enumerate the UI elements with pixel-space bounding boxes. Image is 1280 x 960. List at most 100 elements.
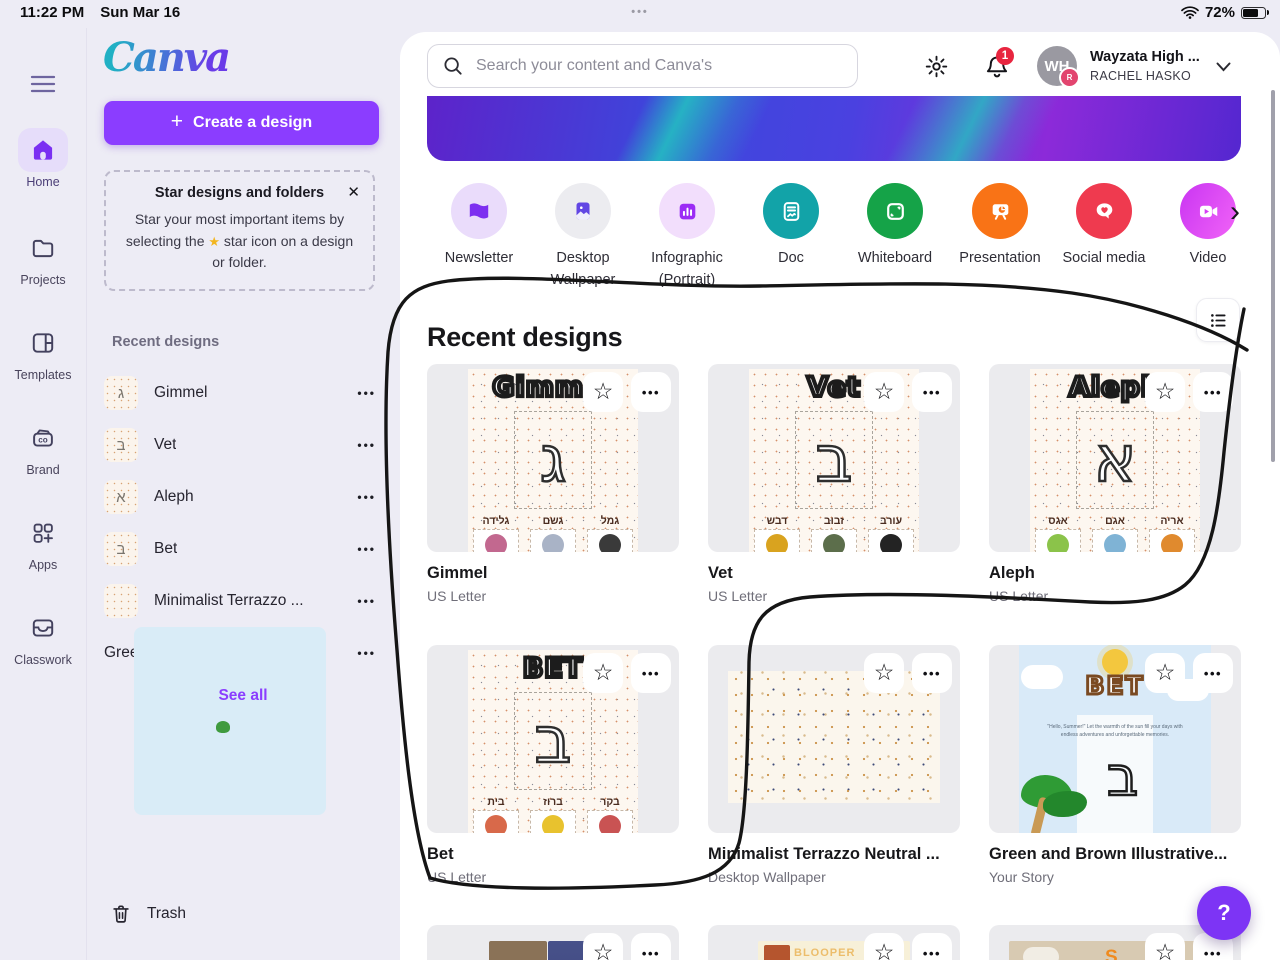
design-type: US Letter — [427, 869, 487, 885]
more-icon[interactable]: ••• — [351, 489, 382, 505]
design-mini-thumbnail: ב — [104, 428, 138, 462]
sidebar-item-classwork[interactable]: Classwork — [0, 606, 86, 667]
design-card-partial-2[interactable]: BLOOPER ☆ ••• — [708, 925, 960, 960]
list-item-bet[interactable]: ב Bet ••• — [104, 523, 382, 575]
more-icon[interactable]: ••• — [351, 645, 382, 661]
sidebar-item-brand[interactable]: co Brand — [0, 416, 86, 477]
category-presentation[interactable]: Presentation — [950, 183, 1050, 270]
see-all-link[interactable]: See all — [86, 686, 400, 706]
category-infographic[interactable]: Infographic (Portrait) — [637, 183, 737, 292]
presentation-icon — [992, 203, 1008, 220]
more-icon[interactable]: ••• — [351, 593, 382, 609]
user-name: RACHEL HASKO — [1090, 69, 1192, 83]
more-icon[interactable]: ••• — [1193, 653, 1233, 693]
close-icon[interactable]: ✕ — [345, 181, 362, 203]
sidebar-item-templates[interactable]: Templates — [0, 321, 86, 382]
folder-icon — [32, 239, 54, 258]
sidebar-item-apps[interactable]: Apps — [0, 511, 86, 572]
whiteboard-icon — [886, 202, 904, 220]
promo-banner[interactable] — [427, 96, 1241, 161]
design-card-aleph[interactable]: Aleph א אגס אגם אריה ☆ ••• Aleph US Lett… — [989, 364, 1241, 604]
star-emoji-icon: ★ — [208, 233, 221, 249]
sidebar-item-home[interactable]: Home — [0, 128, 86, 189]
settings-gear-icon[interactable] — [924, 54, 949, 82]
design-card-gimmel[interactable]: Gimmel ג גלידה גשם גמל ☆ ••• Gimmel US L… — [427, 364, 679, 604]
wifi-icon — [1181, 6, 1199, 19]
status-bar: 11:22 PM Sun Mar 16 ••• 72% — [0, 0, 1280, 28]
list-item-gimmel[interactable]: ג Gimmel ••• — [104, 367, 382, 419]
menu-icon[interactable] — [30, 74, 56, 97]
avatar-sub-badge: R — [1059, 67, 1080, 88]
more-icon[interactable]: ••• — [912, 933, 952, 960]
star-icon[interactable]: ☆ — [1145, 653, 1185, 693]
design-type: US Letter — [708, 588, 768, 604]
chevron-down-icon[interactable] — [1216, 60, 1231, 75]
design-type: Your Story — [989, 869, 1054, 885]
canva-home-screen: 11:22 PM Sun Mar 16 ••• 72% Home Project… — [0, 0, 1280, 960]
star-icon[interactable]: ☆ — [583, 653, 623, 693]
category-whiteboard[interactable]: Whiteboard — [845, 183, 945, 270]
more-icon[interactable]: ••• — [631, 653, 671, 693]
design-thumbnail: ☆ ••• — [708, 645, 960, 833]
doc-icon — [783, 201, 799, 221]
team-name: Wayzata High ... — [1090, 49, 1200, 65]
more-icon[interactable]: ••• — [631, 933, 671, 960]
star-icon[interactable]: ☆ — [864, 933, 904, 960]
trash-item[interactable]: Trash — [110, 902, 186, 926]
more-icon[interactable]: ••• — [351, 541, 382, 557]
design-type: US Letter — [989, 588, 1049, 604]
star-icon[interactable]: ☆ — [1145, 933, 1185, 960]
more-icon[interactable]: ••• — [351, 437, 382, 453]
design-card-terrazzo[interactable]: ☆ ••• Minimalist Terrazzo Neutral ... De… — [708, 645, 960, 885]
star-icon[interactable]: ☆ — [864, 653, 904, 693]
star-icon[interactable]: ☆ — [583, 372, 623, 412]
search-input[interactable] — [474, 56, 843, 76]
hebrew-letter: ב — [814, 423, 854, 497]
star-icon[interactable]: ☆ — [583, 933, 623, 960]
design-type: Desktop Wallpaper — [708, 869, 826, 885]
design-card-partial-1[interactable]: ☆ ••• — [427, 925, 679, 960]
design-card-vet[interactable]: Vet ב דבש זבוב עורב ☆ ••• Vet US Letter — [708, 364, 960, 604]
star-icon[interactable]: ☆ — [864, 372, 904, 412]
list-item-vet[interactable]: ב Vet ••• — [104, 419, 382, 471]
design-thumbnail: BLOOPER ☆ ••• — [708, 925, 960, 960]
create-design-button[interactable]: + Create a design — [104, 101, 379, 145]
list-item-aleph[interactable]: א Aleph ••• — [104, 471, 382, 523]
more-icon[interactable]: ••• — [351, 385, 382, 401]
design-type: US Letter — [427, 588, 487, 604]
list-item-terrazzo[interactable]: Minimalist Terrazzo ... ••• — [104, 575, 382, 627]
avatar[interactable]: WH R — [1037, 46, 1080, 88]
search-bar[interactable] — [427, 44, 858, 88]
callout-title: Star designs and folders — [154, 185, 325, 201]
design-name: Bet — [427, 845, 454, 863]
more-icon[interactable]: ••• — [912, 372, 952, 412]
desktop-wallpaper-icon — [576, 202, 590, 220]
category-doc[interactable]: Doc — [741, 183, 841, 270]
star-designs-callout: Star designs and folders ✕ Star your mos… — [104, 170, 375, 291]
chevron-right-icon[interactable]: › — [1224, 196, 1246, 228]
notifications-bell-icon[interactable]: 1 — [984, 47, 1014, 83]
design-mini-thumbnail — [104, 584, 138, 618]
category-social-media[interactable]: Social media — [1054, 183, 1154, 270]
scrollbar[interactable] — [1271, 90, 1275, 462]
help-button[interactable]: ? — [1197, 886, 1251, 940]
more-icon[interactable]: ••• — [912, 653, 952, 693]
more-icon[interactable]: ••• — [631, 372, 671, 412]
more-icon[interactable]: ••• — [1193, 372, 1233, 412]
canva-logo: Canva — [103, 34, 231, 81]
infographic-icon — [679, 203, 695, 219]
category-newsletter[interactable]: Newsletter — [429, 183, 529, 270]
star-icon[interactable]: ☆ — [1145, 372, 1185, 412]
design-card-green-brown[interactable]: BET "Hello, Summer!" Let the warmth of t… — [989, 645, 1241, 885]
search-icon — [444, 57, 462, 75]
list-view-toggle[interactable] — [1196, 298, 1240, 342]
multitask-handle-dots: ••• — [631, 6, 649, 18]
design-card-bet[interactable]: BET ב בית ברוז בקר ☆ ••• Bet US Letter — [427, 645, 679, 885]
hebrew-letter: ג — [539, 423, 568, 497]
category-desktop-wallpaper[interactable]: Desktop Wallpaper — [533, 183, 633, 292]
list-item-green-brown[interactable]: Green and Brown Illu... ••• — [104, 627, 382, 815]
nav-rail: Home Projects Templates co Brand Apps Cl… — [0, 28, 87, 960]
status-indicators: 72% — [1181, 4, 1269, 21]
status-date: Sun Mar 16 — [100, 4, 181, 21]
sidebar-item-projects[interactable]: Projects — [0, 226, 86, 287]
